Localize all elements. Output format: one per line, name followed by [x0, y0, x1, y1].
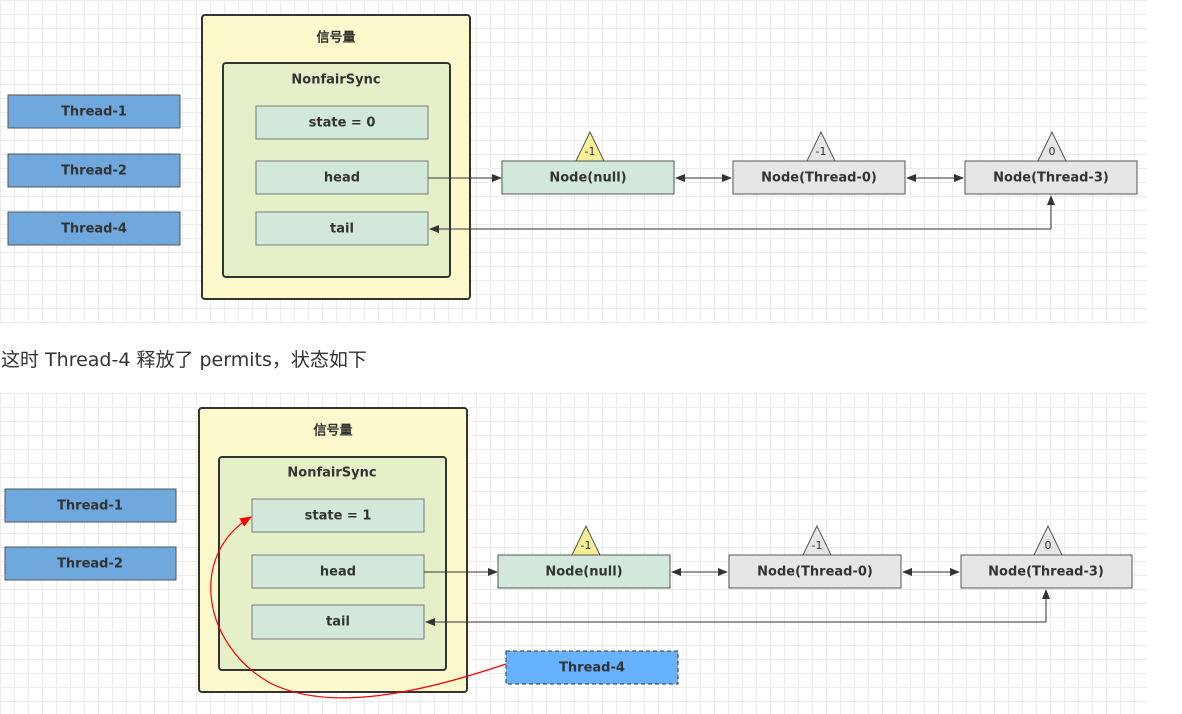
thread-box: Thread-1 [4, 488, 177, 523]
svg-text:Node(Thread-0): Node(Thread-0) [757, 565, 873, 580]
tail-field: tail [255, 211, 429, 246]
head-field: head [251, 554, 425, 589]
svg-text:0: 0 [1045, 539, 1052, 552]
wait-status-triangle: -1 [575, 130, 605, 162]
svg-text:Thread-2: Thread-2 [61, 164, 127, 179]
node-box: Node(Thread-3) [960, 554, 1133, 589]
node-box: Node(null) [497, 554, 671, 589]
svg-text:Node(null): Node(null) [549, 171, 626, 186]
semaphore-label: 信号量 [316, 30, 355, 46]
wait-status-triangle: -1 [571, 524, 601, 556]
svg-text:tail: tail [326, 615, 350, 630]
caption-text: 这时 Thread-4 释放了 permits，状态如下 [1, 349, 367, 371]
thread-box: Thread-4 [7, 211, 181, 246]
svg-text:信号量: 信号量 [313, 423, 352, 439]
wait-status-triangle: -1 [806, 130, 836, 162]
svg-text:Node(null): Node(null) [545, 565, 622, 580]
svg-text:-1: -1 [816, 145, 827, 158]
svg-text:state = 0: state = 0 [309, 116, 376, 131]
svg-text:0: 0 [1049, 145, 1056, 158]
svg-text:head: head [320, 565, 356, 580]
head-field: head [255, 160, 429, 195]
svg-text:Node(Thread-3): Node(Thread-3) [988, 565, 1104, 580]
svg-text:head: head [324, 171, 360, 186]
svg-text:Thread-1: Thread-1 [61, 105, 127, 120]
node-box: Node(Thread-0) [728, 554, 902, 589]
diagram-after-release: 信号量 NonfairSync state = 1 head tail Thre… [0, 393, 1147, 714]
svg-text:Node(Thread-0): Node(Thread-0) [761, 171, 877, 186]
state-field: state = 1 [251, 498, 425, 533]
svg-text:Thread-4: Thread-4 [61, 222, 127, 237]
wait-status-triangle: 0 [1033, 524, 1063, 556]
svg-text:state = 1: state = 1 [305, 509, 372, 524]
node-box: Node(Thread-3) [964, 160, 1138, 195]
thread-box: Thread-1 [7, 94, 181, 129]
node-box: Node(Thread-0) [732, 160, 906, 195]
svg-text:Thread-1: Thread-1 [57, 499, 123, 514]
tail-field: tail [251, 604, 425, 640]
wait-status-triangle: 0 [1037, 130, 1067, 162]
svg-text:Thread-2: Thread-2 [57, 557, 123, 572]
thread-box: Thread-2 [4, 546, 177, 581]
node-box: Node(null) [501, 160, 675, 195]
svg-text:Node(Thread-3): Node(Thread-3) [993, 171, 1109, 186]
svg-text:tail: tail [330, 222, 354, 237]
wait-status-triangle: -1 [802, 524, 832, 556]
svg-text:Thread-4: Thread-4 [559, 661, 625, 676]
svg-text:-1: -1 [581, 539, 592, 552]
svg-text:NonfairSync: NonfairSync [287, 466, 376, 481]
releasing-thread-box: Thread-4 [505, 650, 679, 685]
nonfairsync-label: NonfairSync [291, 73, 380, 88]
svg-text:-1: -1 [585, 145, 596, 158]
state-field: state = 0 [255, 105, 429, 140]
thread-box: Thread-2 [7, 153, 181, 188]
svg-text:-1: -1 [812, 539, 823, 552]
diagram-before-release: 信号量 NonfairSync state = 0 head tail Thre… [0, 0, 1147, 323]
